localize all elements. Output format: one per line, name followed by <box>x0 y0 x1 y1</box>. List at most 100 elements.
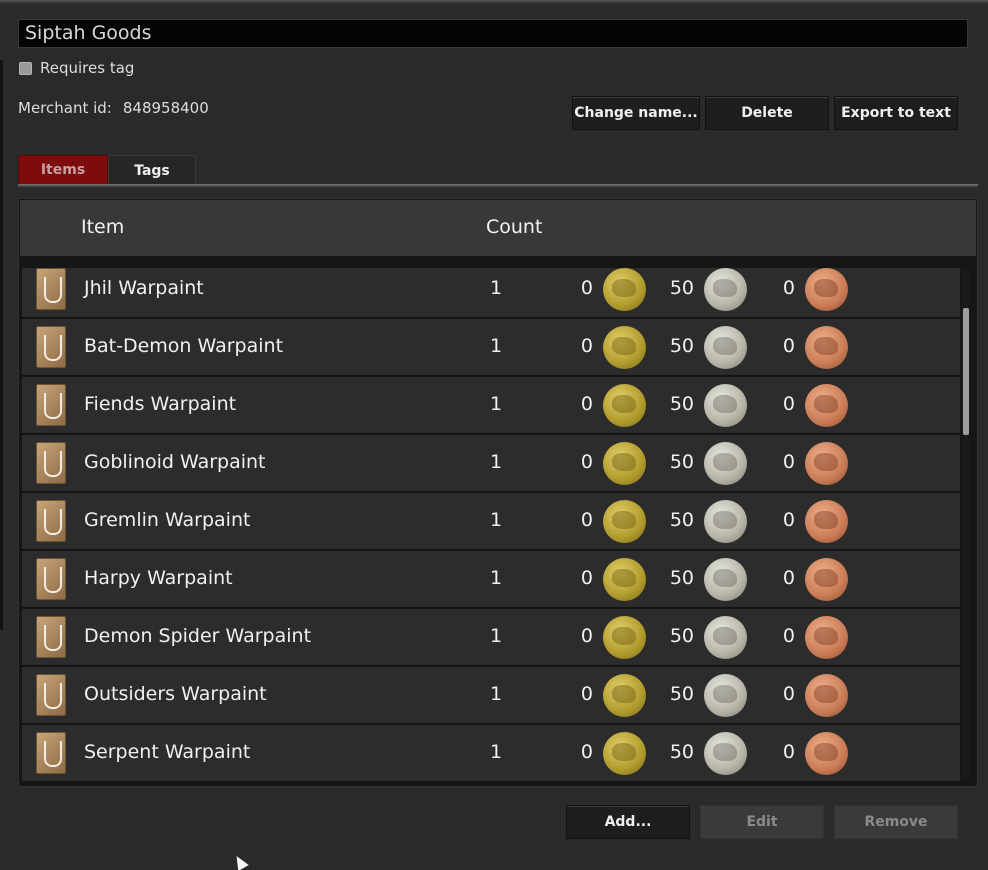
silver-coin-icon <box>704 558 747 601</box>
table-row[interactable]: Gremlin Warpaint 1 0 50 0 <box>22 493 960 550</box>
gold-price: 0 <box>580 625 593 647</box>
gold-coin-icon <box>603 442 646 485</box>
warpaint-icon <box>36 616 66 658</box>
table-row[interactable]: Fiends Warpaint 1 0 50 0 <box>22 377 960 434</box>
silver-price: 50 <box>669 625 694 647</box>
merchant-id-value: 848958400 <box>122 99 209 117</box>
silver-price: 50 <box>669 335 694 357</box>
item-name: Bat-Demon Warpaint <box>84 335 284 357</box>
copper-price: 0 <box>782 741 795 763</box>
silver-coin-icon <box>704 732 747 775</box>
item-name: Demon Spider Warpaint <box>84 625 312 647</box>
tab-tags[interactable]: Tags <box>108 155 196 185</box>
warpaint-icon <box>36 268 66 310</box>
table-row[interactable]: Outsiders Warpaint 1 0 50 0 <box>22 667 960 724</box>
item-count: 1 <box>490 509 503 531</box>
silver-price: 50 <box>669 451 694 473</box>
table-row[interactable]: Demon Spider Warpaint 1 0 50 0 <box>22 609 960 666</box>
copper-price: 0 <box>782 451 795 473</box>
gold-coin-icon <box>603 326 646 369</box>
window-left-edge <box>0 60 3 630</box>
silver-coin-icon <box>704 616 747 659</box>
copper-coin-icon <box>805 558 848 601</box>
table-header: Item Count <box>20 200 976 256</box>
copper-coin-icon <box>805 326 848 369</box>
edit-button[interactable]: Edit <box>700 805 824 839</box>
table-row[interactable]: Goblinoid Warpaint 1 0 50 0 <box>22 435 960 492</box>
requires-tag-checkbox-row[interactable]: Requires tag <box>19 58 134 78</box>
gold-price: 0 <box>580 277 593 299</box>
copper-price: 0 <box>782 277 795 299</box>
item-name: Harpy Warpaint <box>84 567 233 589</box>
table-row[interactable]: Bat-Demon Warpaint 1 0 50 0 <box>22 319 960 376</box>
merchant-id: Merchant id: 848958400 <box>18 99 209 117</box>
window-top-edge <box>0 0 988 4</box>
copper-coin-icon <box>805 384 848 427</box>
requires-tag-label: Requires tag <box>40 59 135 77</box>
gold-coin-icon <box>603 558 646 601</box>
gold-coin-icon <box>603 732 646 775</box>
silver-coin-icon <box>704 268 747 311</box>
silver-coin-icon <box>704 674 747 717</box>
add-button[interactable]: Add... <box>566 805 690 839</box>
silver-price: 50 <box>669 509 694 531</box>
copper-price: 0 <box>782 393 795 415</box>
copper-price: 0 <box>782 625 795 647</box>
copper-price: 0 <box>782 567 795 589</box>
warpaint-icon <box>36 558 66 600</box>
table-row[interactable]: Harpy Warpaint 1 0 50 0 <box>22 551 960 608</box>
item-name: Gremlin Warpaint <box>84 509 251 531</box>
silver-price: 50 <box>669 683 694 705</box>
gold-price: 0 <box>580 683 593 705</box>
tab-items[interactable]: Items <box>18 155 108 185</box>
gold-coin-icon <box>603 268 646 311</box>
table-row[interactable]: Serpent Warpaint 1 0 50 0 <box>22 725 960 782</box>
gold-coin-icon <box>603 500 646 543</box>
copper-price: 0 <box>782 509 795 531</box>
copper-coin-icon <box>805 674 848 717</box>
change-name-button[interactable]: Change name... <box>572 96 700 130</box>
delete-button[interactable]: Delete <box>705 96 829 130</box>
gold-price: 0 <box>580 741 593 763</box>
silver-price: 50 <box>669 393 694 415</box>
merchant-id-label: Merchant id: <box>18 99 112 117</box>
table-row[interactable]: Jhil Warpaint 1 0 50 0 <box>22 268 960 318</box>
export-to-text-button[interactable]: Export to text <box>834 96 958 130</box>
item-name: Outsiders Warpaint <box>84 683 267 705</box>
merchant-name-field[interactable]: Siptah Goods <box>18 19 968 48</box>
gold-price: 0 <box>580 393 593 415</box>
warpaint-icon <box>36 674 66 716</box>
item-name: Fiends Warpaint <box>84 393 237 415</box>
tab-divider <box>18 184 978 187</box>
silver-price: 50 <box>669 741 694 763</box>
item-count: 1 <box>490 277 503 299</box>
item-name: Serpent Warpaint <box>84 741 251 763</box>
silver-price: 50 <box>669 277 694 299</box>
header-item[interactable]: Item <box>81 216 124 238</box>
item-count: 1 <box>490 567 503 589</box>
copper-coin-icon <box>805 616 848 659</box>
item-count: 1 <box>490 393 503 415</box>
gold-coin-icon <box>603 674 646 717</box>
gold-price: 0 <box>580 509 593 531</box>
silver-coin-icon <box>704 442 747 485</box>
warpaint-icon <box>36 442 66 484</box>
gold-coin-icon <box>603 616 646 659</box>
requires-tag-checkbox[interactable] <box>19 61 32 75</box>
silver-coin-icon <box>704 384 747 427</box>
gold-price: 0 <box>580 567 593 589</box>
header-count[interactable]: Count <box>486 216 542 238</box>
warpaint-icon <box>36 384 66 426</box>
gold-price: 0 <box>580 335 593 357</box>
item-name: Goblinoid Warpaint <box>84 451 266 473</box>
copper-coin-icon <box>805 268 848 311</box>
item-count: 1 <box>490 683 503 705</box>
copper-coin-icon <box>805 500 848 543</box>
scrollbar-thumb[interactable] <box>963 308 969 435</box>
gold-coin-icon <box>603 384 646 427</box>
item-count: 1 <box>490 741 503 763</box>
remove-button[interactable]: Remove <box>834 805 958 839</box>
item-count: 1 <box>490 625 503 647</box>
gold-price: 0 <box>580 451 593 473</box>
mouse-cursor <box>231 852 249 870</box>
